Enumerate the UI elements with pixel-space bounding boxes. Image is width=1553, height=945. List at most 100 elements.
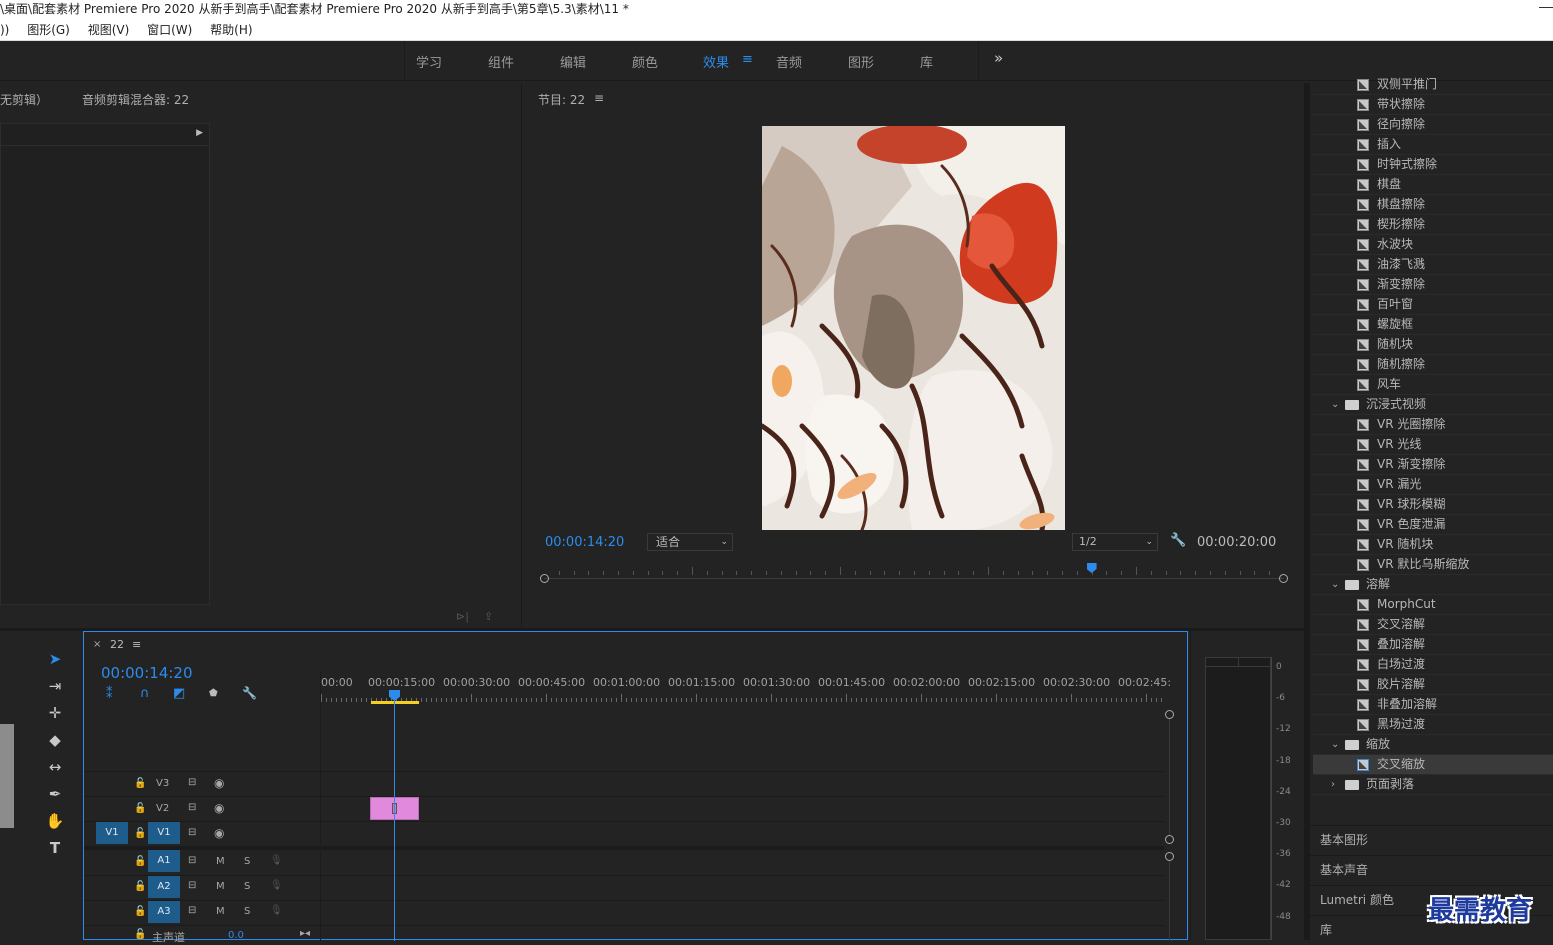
sequence-tab[interactable]: 22: [110, 638, 124, 651]
workspace-tab-libraries[interactable]: 库: [920, 52, 933, 71]
effect-item[interactable]: 双侧平推门: [1313, 75, 1553, 95]
lock-icon[interactable]: 🔓: [134, 828, 146, 839]
track-label-v2[interactable]: V2: [156, 803, 169, 814]
menu-item-graphics[interactable]: 图形(G): [27, 23, 70, 37]
effect-item[interactable]: VR 默比乌斯缩放: [1313, 555, 1553, 575]
timeline-current-time[interactable]: 00:00:14:20: [101, 664, 193, 682]
track-label-a2[interactable]: A2: [148, 876, 180, 898]
effect-item[interactable]: VR 漏光: [1313, 475, 1553, 495]
panel-essential-graphics[interactable]: 基本图形: [1310, 825, 1553, 853]
effect-item[interactable]: VR 随机块: [1313, 535, 1553, 555]
wrench-icon[interactable]: 🔧: [1170, 533, 1186, 548]
effect-item[interactable]: VR 渐变擦除: [1313, 455, 1553, 475]
hand-tool-icon[interactable]: ✋: [44, 810, 66, 832]
track-select-tool-icon[interactable]: ⇥: [44, 675, 66, 697]
linked-selection-icon[interactable]: ◩: [173, 686, 185, 701]
effect-item[interactable]: VR 球形模糊: [1313, 495, 1553, 515]
effects-folder[interactable]: › 页面剥落: [1313, 775, 1553, 795]
workspace-menu-icon[interactable]: ≡: [742, 52, 753, 67]
master-volume-value[interactable]: 0.0: [228, 930, 244, 941]
program-scrub-bar[interactable]: [540, 563, 1288, 583]
ripple-edit-tool-icon[interactable]: ✛: [44, 702, 66, 724]
menu-item-window[interactable]: 窗口(W): [147, 23, 192, 37]
workspace-tab-learn[interactable]: 学习: [416, 52, 442, 71]
snap-magnet-icon[interactable]: ∩: [140, 686, 150, 701]
razor-tool-icon[interactable]: ◆: [44, 729, 66, 751]
audio-scrollbar[interactable]: [1169, 861, 1170, 941]
sync-lock-icon[interactable]: ⊟: [188, 905, 196, 916]
mute-button[interactable]: M: [216, 881, 225, 892]
scroll-handle-top[interactable]: [1165, 710, 1174, 719]
pen-tool-icon[interactable]: ✒: [44, 783, 66, 805]
sync-lock-icon[interactable]: ⊟: [188, 802, 196, 813]
tab-source[interactable]: 无剪辑）: [0, 91, 48, 108]
workspace-tab-graphics[interactable]: 图形: [848, 52, 874, 71]
lock-icon[interactable]: 🔓: [134, 856, 146, 867]
solo-button[interactable]: S: [244, 881, 250, 892]
nest-icon[interactable]: ⁑: [106, 687, 113, 702]
effect-item[interactable]: 棋盘擦除: [1313, 195, 1553, 215]
effect-item[interactable]: VR 光线: [1313, 435, 1553, 455]
close-icon[interactable]: ×: [93, 639, 101, 650]
effect-item[interactable]: 随机擦除: [1313, 355, 1553, 375]
scroll-handle-mid[interactable]: [1165, 835, 1174, 844]
effect-item[interactable]: VR 光圈擦除: [1313, 415, 1553, 435]
effect-item[interactable]: MorphCut: [1313, 595, 1553, 615]
workspace-tab-audio[interactable]: 音频: [776, 52, 802, 71]
track-label-v3[interactable]: V3: [156, 778, 169, 789]
effect-item[interactable]: 棋盘: [1313, 175, 1553, 195]
effects-folder[interactable]: ⌄ 溶解: [1313, 575, 1553, 595]
workspace-tab-color[interactable]: 颜色: [632, 52, 658, 71]
track-label-a3[interactable]: A3: [148, 901, 180, 923]
track-label-v1[interactable]: V1: [148, 822, 180, 844]
microphone-icon[interactable]: 🎙: [270, 880, 283, 891]
scrub-in-handle[interactable]: [540, 574, 549, 583]
sync-lock-icon[interactable]: ⊟: [188, 855, 196, 866]
lock-icon[interactable]: 🔓: [134, 778, 146, 789]
effect-item[interactable]: 插入: [1313, 135, 1553, 155]
program-monitor-title[interactable]: 节目: 22: [538, 91, 585, 108]
solo-button[interactable]: S: [244, 856, 250, 867]
workspace-overflow-icon[interactable]: »: [994, 49, 1003, 67]
lock-icon[interactable]: 🔓: [134, 881, 146, 892]
selection-tool-icon[interactable]: ➤: [44, 648, 66, 670]
effect-item[interactable]: 交叉缩放: [1313, 755, 1553, 775]
effect-item[interactable]: 时钟式擦除: [1313, 155, 1553, 175]
workspace-tab-effects[interactable]: 效果: [703, 52, 729, 71]
go-to-end-icon[interactable]: ▸◂: [300, 928, 310, 939]
effect-item[interactable]: 叠加溶解: [1313, 635, 1553, 655]
effect-item[interactable]: 随机块: [1313, 335, 1553, 355]
microphone-icon[interactable]: 🎙: [270, 855, 283, 866]
effect-item[interactable]: 带状擦除: [1313, 95, 1553, 115]
insert-icon[interactable]: ⊳|: [456, 610, 469, 623]
timeline-settings-wrench-icon[interactable]: 🔧: [242, 686, 257, 700]
effect-item[interactable]: 百叶窗: [1313, 295, 1553, 315]
tab-audio-clip-mixer[interactable]: 音频剪辑混合器: 22: [82, 91, 189, 108]
panel-essential-sound[interactable]: 基本声音: [1310, 855, 1553, 883]
fit-select[interactable]: 适合 ⌄: [647, 533, 733, 551]
chevron-down-icon[interactable]: ⌄: [1331, 395, 1339, 414]
type-tool-icon[interactable]: T: [44, 837, 66, 859]
add-marker-icon[interactable]: ⬟: [209, 688, 218, 699]
eye-icon[interactable]: ◉: [214, 776, 224, 790]
microphone-icon[interactable]: 🎙: [270, 905, 283, 916]
lock-icon[interactable]: 🔓: [134, 929, 146, 940]
expand-arrow-icon[interactable]: ▶: [196, 128, 203, 138]
program-current-time[interactable]: 00:00:14:20: [545, 535, 624, 550]
effect-item[interactable]: 非叠加溶解: [1313, 695, 1553, 715]
effects-folder[interactable]: ⌄ 沉浸式视频: [1313, 395, 1553, 415]
lock-icon[interactable]: 🔓: [134, 803, 146, 814]
effect-item[interactable]: 白场过渡: [1313, 655, 1553, 675]
scroll-handle-audio[interactable]: [1165, 852, 1174, 861]
source-patch-v1[interactable]: V1: [96, 822, 128, 844]
effect-item[interactable]: 螺旋框: [1313, 315, 1553, 335]
effect-item[interactable]: 交叉溶解: [1313, 615, 1553, 635]
lock-icon[interactable]: 🔓: [134, 906, 146, 917]
effect-item[interactable]: 黑场过渡: [1313, 715, 1553, 735]
eye-icon[interactable]: ◉: [214, 801, 224, 815]
scrub-out-handle[interactable]: [1279, 574, 1288, 583]
effect-item[interactable]: 油漆飞溅: [1313, 255, 1553, 275]
sync-lock-icon[interactable]: ⊟: [188, 777, 196, 788]
export-icon[interactable]: ⇪: [484, 610, 493, 623]
sync-lock-icon[interactable]: ⊟: [188, 827, 196, 838]
